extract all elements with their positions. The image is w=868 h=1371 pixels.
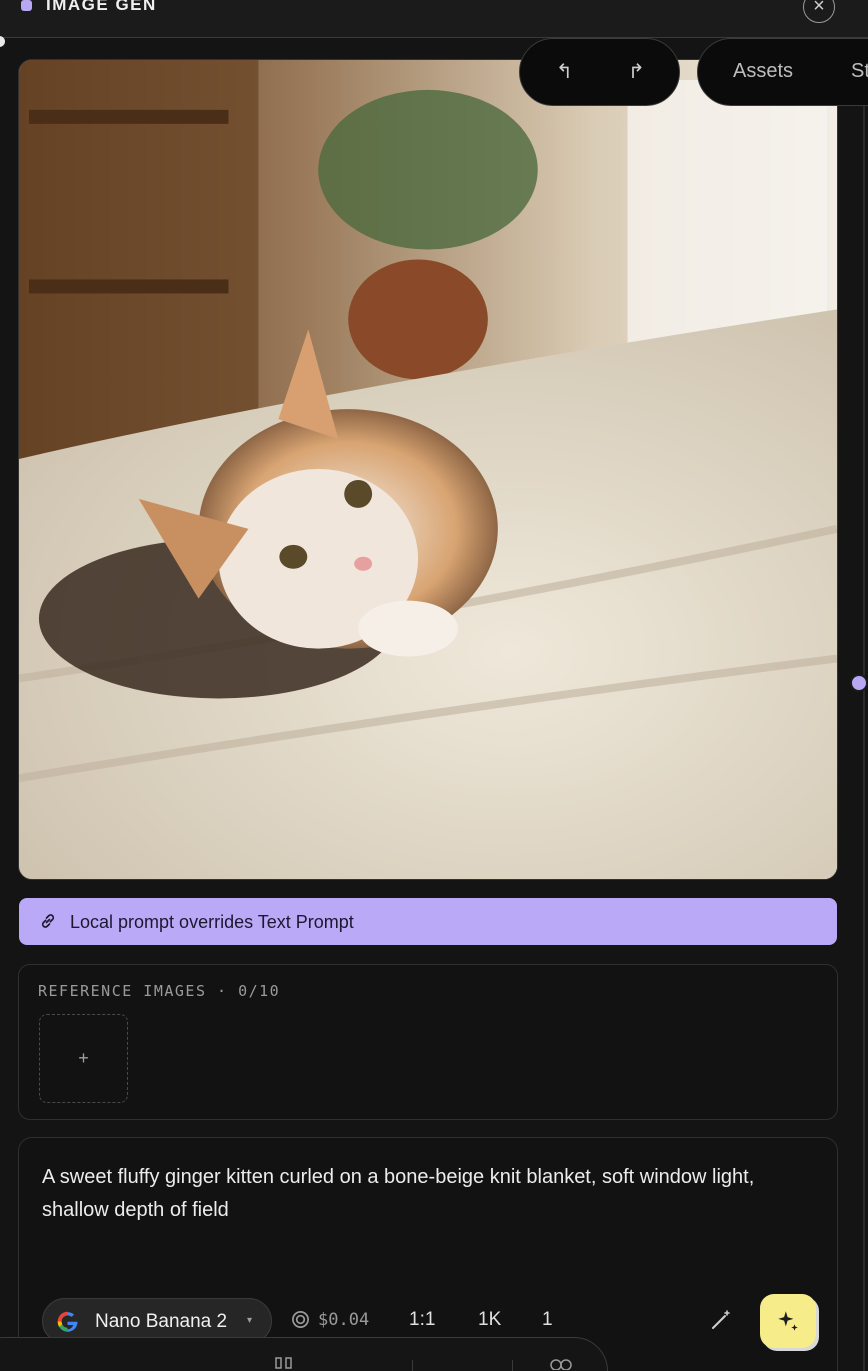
tab-assets[interactable]: Assets (733, 60, 793, 83)
toolbar-divider (512, 1360, 513, 1371)
prompt-editor: A sweet fluffy ginger kitten curled on a… (18, 1137, 838, 1371)
generate-button[interactable] (760, 1294, 816, 1348)
toolbar-divider (412, 1360, 413, 1371)
tab-st[interactable]: St (851, 60, 868, 83)
prompt-override-banner: Local prompt overrides Text Prompt (19, 898, 837, 945)
credits-icon (292, 1311, 309, 1328)
output-connector-handle[interactable] (850, 674, 868, 692)
image-count-select[interactable]: 1 (542, 1309, 553, 1331)
view-tabs: Assets St (697, 38, 868, 106)
reference-images-title: REFERENCE IMAGES · 0/10 (38, 982, 281, 1000)
node-color-dot (21, 0, 32, 11)
generated-image[interactable] (18, 59, 838, 880)
banner-text: Local prompt overrides Text Prompt (70, 912, 354, 932)
prompt-input[interactable]: A sweet fluffy ginger kitten curled on a… (42, 1161, 822, 1227)
model-name: Nano Banana 2 (95, 1311, 228, 1332)
link-icon[interactable] (549, 1356, 573, 1370)
undo-icon[interactable]: ↰ (556, 59, 573, 84)
reference-images-section: REFERENCE IMAGES · 0/10 + (18, 964, 838, 1120)
magic-wand-icon[interactable] (709, 1308, 733, 1332)
link-icon (41, 914, 55, 928)
panel-title: IMAGE GEN (46, 0, 157, 14)
panel-divider (863, 38, 865, 1371)
bottom-toolbar (0, 1337, 608, 1371)
close-icon[interactable]: × (803, 0, 835, 23)
resolution-select[interactable]: 1K (478, 1309, 501, 1331)
kitten-image (19, 60, 837, 879)
image-gen-panel: IMAGE GEN × ↰ ↱ Assets St Local prompt o… (0, 0, 868, 1371)
aspect-ratio-select[interactable]: 1:1 (409, 1309, 435, 1331)
grid-icon[interactable] (274, 1356, 296, 1370)
add-reference-button[interactable]: + (39, 1014, 128, 1103)
redo-icon[interactable]: ↱ (628, 59, 645, 84)
chevron-down-icon: ▾ (247, 1315, 253, 1326)
panel-header: IMAGE GEN × (0, 0, 868, 38)
generation-cost: $0.04 (318, 1310, 370, 1330)
undo-redo-group: ↰ ↱ (519, 38, 680, 106)
google-icon (57, 1311, 78, 1332)
sparkle-icon (778, 1311, 798, 1331)
